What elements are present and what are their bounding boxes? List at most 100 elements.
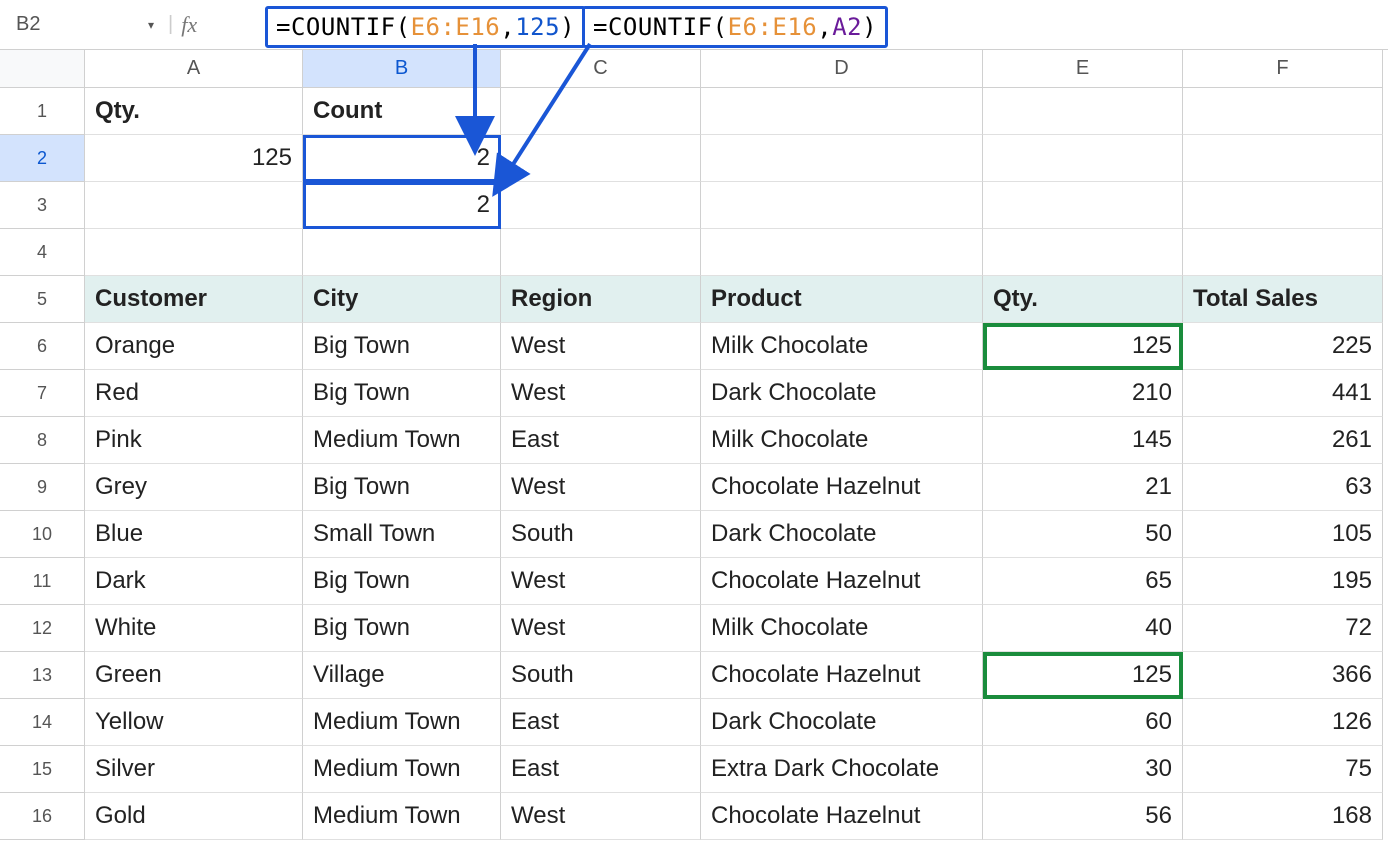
row-header-8[interactable]: 8: [0, 417, 85, 464]
cell-D16[interactable]: Chocolate Hazelnut: [701, 793, 983, 840]
cell-F2[interactable]: [1183, 135, 1383, 182]
cell-E7[interactable]: 210: [983, 370, 1183, 417]
col-header-A[interactable]: A: [85, 50, 303, 88]
cell-E13[interactable]: 125: [983, 652, 1183, 699]
cell-A6[interactable]: Orange: [85, 323, 303, 370]
cell-C4[interactable]: [501, 229, 701, 276]
col-header-F[interactable]: F: [1183, 50, 1383, 88]
cell-F6[interactable]: 225: [1183, 323, 1383, 370]
cell-E2[interactable]: [983, 135, 1183, 182]
cell-C5[interactable]: Region: [501, 276, 701, 323]
cell-C14[interactable]: East: [501, 699, 701, 746]
cell-B1[interactable]: Count: [303, 88, 501, 135]
cell-E16[interactable]: 56: [983, 793, 1183, 840]
row-header-16[interactable]: 16: [0, 793, 85, 840]
row-header-7[interactable]: 7: [0, 370, 85, 417]
cell-A9[interactable]: Grey: [85, 464, 303, 511]
cell-B11[interactable]: Big Town: [303, 558, 501, 605]
row-header-15[interactable]: 15: [0, 746, 85, 793]
row-header-6[interactable]: 6: [0, 323, 85, 370]
cell-F15[interactable]: 75: [1183, 746, 1383, 793]
cell-D13[interactable]: Chocolate Hazelnut: [701, 652, 983, 699]
cell-E1[interactable]: [983, 88, 1183, 135]
cell-A5[interactable]: Customer: [85, 276, 303, 323]
cell-F10[interactable]: 105: [1183, 511, 1383, 558]
col-header-D[interactable]: D: [701, 50, 983, 88]
cell-C9[interactable]: West: [501, 464, 701, 511]
cell-F14[interactable]: 126: [1183, 699, 1383, 746]
cell-A8[interactable]: Pink: [85, 417, 303, 464]
cell-E8[interactable]: 145: [983, 417, 1183, 464]
cell-E4[interactable]: [983, 229, 1183, 276]
row-header-2[interactable]: 2: [0, 135, 85, 182]
cell-F1[interactable]: [1183, 88, 1383, 135]
cell-E12[interactable]: 40: [983, 605, 1183, 652]
cell-D7[interactable]: Dark Chocolate: [701, 370, 983, 417]
cell-D15[interactable]: Extra Dark Chocolate: [701, 746, 983, 793]
cell-C2[interactable]: [501, 135, 701, 182]
cell-C8[interactable]: East: [501, 417, 701, 464]
cell-A10[interactable]: Blue: [85, 511, 303, 558]
row-header-4[interactable]: 4: [0, 229, 85, 276]
cell-B5[interactable]: City: [303, 276, 501, 323]
cell-A11[interactable]: Dark: [85, 558, 303, 605]
select-all-corner[interactable]: [0, 50, 85, 88]
cell-C12[interactable]: West: [501, 605, 701, 652]
cell-F7[interactable]: 441: [1183, 370, 1383, 417]
cell-C1[interactable]: [501, 88, 701, 135]
cell-E5[interactable]: Qty.: [983, 276, 1183, 323]
cell-B9[interactable]: Big Town: [303, 464, 501, 511]
row-header-1[interactable]: 1: [0, 88, 85, 135]
cell-A16[interactable]: Gold: [85, 793, 303, 840]
cell-F4[interactable]: [1183, 229, 1383, 276]
cell-D6[interactable]: Milk Chocolate: [701, 323, 983, 370]
col-header-E[interactable]: E: [983, 50, 1183, 88]
row-header-13[interactable]: 13: [0, 652, 85, 699]
cell-F16[interactable]: 168: [1183, 793, 1383, 840]
cell-F12[interactable]: 72: [1183, 605, 1383, 652]
cell-B10[interactable]: Small Town: [303, 511, 501, 558]
cell-E6[interactable]: 125: [983, 323, 1183, 370]
cell-C16[interactable]: West: [501, 793, 701, 840]
cell-E14[interactable]: 60: [983, 699, 1183, 746]
fx-icon[interactable]: fx: [181, 12, 197, 38]
row-header-12[interactable]: 12: [0, 605, 85, 652]
col-header-C[interactable]: C: [501, 50, 701, 88]
cell-F3[interactable]: [1183, 182, 1383, 229]
cell-E11[interactable]: 65: [983, 558, 1183, 605]
name-box[interactable]: B2 ▾: [10, 9, 160, 40]
cell-F11[interactable]: 195: [1183, 558, 1383, 605]
cell-B12[interactable]: Big Town: [303, 605, 501, 652]
cell-A13[interactable]: Green: [85, 652, 303, 699]
cell-C11[interactable]: West: [501, 558, 701, 605]
cell-B7[interactable]: Big Town: [303, 370, 501, 417]
name-box-dropdown-icon[interactable]: ▾: [148, 18, 154, 32]
cell-B4[interactable]: [303, 229, 501, 276]
cell-C3[interactable]: [501, 182, 701, 229]
cell-E9[interactable]: 21: [983, 464, 1183, 511]
cell-A1[interactable]: Qty.: [85, 88, 303, 135]
row-header-10[interactable]: 10: [0, 511, 85, 558]
cell-B14[interactable]: Medium Town: [303, 699, 501, 746]
cell-D14[interactable]: Dark Chocolate: [701, 699, 983, 746]
cell-B3[interactable]: 2: [303, 182, 501, 229]
cell-B2[interactable]: 2: [303, 135, 501, 182]
cell-E15[interactable]: 30: [983, 746, 1183, 793]
cell-D9[interactable]: Chocolate Hazelnut: [701, 464, 983, 511]
cell-A2[interactable]: 125: [85, 135, 303, 182]
row-header-3[interactable]: 3: [0, 182, 85, 229]
cell-A12[interactable]: White: [85, 605, 303, 652]
cell-F8[interactable]: 261: [1183, 417, 1383, 464]
cell-B8[interactable]: Medium Town: [303, 417, 501, 464]
cell-D10[interactable]: Dark Chocolate: [701, 511, 983, 558]
cell-D4[interactable]: [701, 229, 983, 276]
cell-A3[interactable]: [85, 182, 303, 229]
cell-C10[interactable]: South: [501, 511, 701, 558]
cell-C7[interactable]: West: [501, 370, 701, 417]
cell-A7[interactable]: Red: [85, 370, 303, 417]
cell-D3[interactable]: [701, 182, 983, 229]
cell-D12[interactable]: Milk Chocolate: [701, 605, 983, 652]
cell-F9[interactable]: 63: [1183, 464, 1383, 511]
cell-A4[interactable]: [85, 229, 303, 276]
cell-F5[interactable]: Total Sales: [1183, 276, 1383, 323]
